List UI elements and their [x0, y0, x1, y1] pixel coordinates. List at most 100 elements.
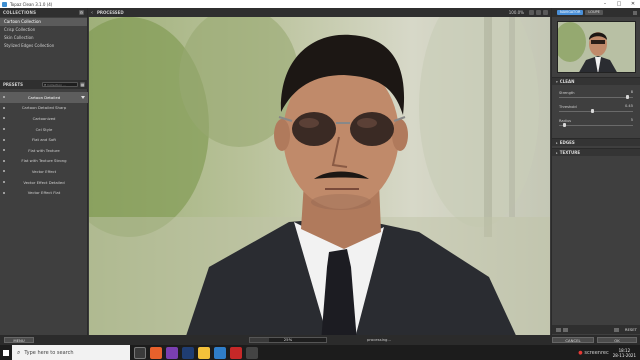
- preset-item[interactable]: Vector Effect Flat: [0, 187, 88, 198]
- windows-start-icon[interactable]: [0, 345, 12, 360]
- collapse-icon[interactable]: [633, 10, 637, 15]
- preset-label: Vector Effect Detailed: [23, 179, 65, 185]
- navigator-thumbnail[interactable]: [557, 21, 636, 73]
- app-icon-gray[interactable]: [246, 346, 258, 359]
- file-explorer-icon[interactable]: [198, 346, 210, 359]
- windows-taskbar: ⌕ Type here to search ● screenrec 18:12 …: [0, 345, 640, 360]
- preset-label: Vector Effect: [31, 168, 57, 174]
- right-panel-toolbar: RESET: [552, 325, 640, 334]
- taskbar-search-input[interactable]: ⌕ Type here to search: [12, 345, 130, 360]
- portrait-photo: [89, 17, 550, 342]
- preset-item[interactable]: Vector Effect Detailed: [0, 177, 88, 188]
- taskbar-clock[interactable]: 18:12 28-11-2021: [613, 348, 636, 358]
- clean-section-header[interactable]: ▾ CLEAN: [552, 77, 640, 85]
- edges-section-header[interactable]: ▸ EDGES: [552, 138, 640, 146]
- status-bar: MENU 25% processing... CANCEL OK: [0, 335, 640, 345]
- left-panel: COLLECTIONS ⚙ Cartoon Collection Crisp C…: [0, 8, 88, 345]
- chevron-right-icon: ▸: [556, 140, 558, 145]
- preset-label: Cel Style: [35, 126, 53, 132]
- preset-item[interactable]: Flat with Texture: [0, 145, 88, 156]
- system-tray: ● screenrec 18:12 28-11-2021: [578, 348, 640, 358]
- redo-icon[interactable]: [563, 327, 568, 332]
- app-icon-purple[interactable]: [166, 346, 178, 359]
- maximize-icon[interactable]: □: [612, 0, 626, 8]
- copy-settings-icon[interactable]: [613, 327, 619, 332]
- task-view-icon[interactable]: [134, 346, 146, 359]
- preset-label: Flat with Texture Strong: [21, 158, 67, 164]
- radius-track[interactable]: [559, 125, 633, 126]
- preset-dot-icon: [3, 159, 5, 162]
- recorder-icon[interactable]: [230, 346, 242, 359]
- reset-button[interactable]: RESET: [625, 327, 637, 332]
- compare-icon[interactable]: [529, 10, 534, 15]
- menu-button[interactable]: MENU: [4, 337, 34, 343]
- strength-track[interactable]: [559, 97, 633, 98]
- preset-label: Vector Effect Flat: [27, 190, 61, 196]
- tab-navigator[interactable]: NAVIGATOR: [557, 10, 584, 15]
- texture-section-header[interactable]: ▸ TEXTURE: [552, 148, 640, 156]
- preset-item[interactable]: Cartoon Detailed: [0, 92, 88, 103]
- chevron-down-icon[interactable]: [81, 95, 85, 99]
- threshold-slider[interactable]: Threshold 0.45: [559, 104, 635, 116]
- strength-slider[interactable]: Strength 8: [559, 90, 635, 102]
- topaz-app-icon[interactable]: [214, 346, 226, 359]
- collection-item[interactable]: Crisp Collection: [0, 26, 87, 34]
- collections-list: Cartoon Collection Crisp Collection Skin…: [0, 17, 87, 50]
- search-icon: ⌕: [44, 82, 47, 87]
- threshold-knob[interactable]: [590, 109, 594, 113]
- preset-item[interactable]: Flat with Texture Strong: [0, 156, 88, 167]
- preview-image[interactable]: [89, 17, 550, 342]
- undo-icon[interactable]: [556, 327, 561, 332]
- split-view-icon[interactable]: [536, 10, 541, 15]
- preset-label: Cartoonized: [32, 115, 56, 121]
- processing-status: processing...: [367, 337, 392, 342]
- app-icon: [2, 1, 7, 7]
- strength-value[interactable]: 8: [631, 90, 633, 94]
- screenrec-watermark: ● screenrec: [578, 349, 609, 356]
- threshold-value[interactable]: 0.45: [625, 104, 633, 108]
- presets-search-placeholder: Collection ...: [47, 82, 66, 87]
- threshold-track[interactable]: [559, 111, 633, 112]
- threshold-label: Threshold: [559, 105, 577, 109]
- preset-item[interactable]: Cel Style: [0, 124, 88, 135]
- photoshop-icon[interactable]: [182, 346, 194, 359]
- screenrec-label: screenrec: [584, 349, 609, 356]
- presets-list: Cartoon Detailed Cartoon Detailed Sharp …: [0, 92, 88, 198]
- strength-label: Strength: [559, 91, 575, 95]
- radius-value[interactable]: 5: [631, 118, 633, 122]
- clock-date: 28-11-2021: [612, 352, 636, 358]
- collections-header: COLLECTIONS ⚙: [0, 8, 87, 17]
- brave-browser-icon[interactable]: [150, 346, 162, 359]
- radius-slider[interactable]: Radius 5: [559, 118, 635, 130]
- preset-label: Cartoon Detailed Sharp: [21, 105, 67, 111]
- close-icon[interactable]: ✕: [626, 0, 640, 8]
- presets-search-input[interactable]: ⌕ Collection ...: [42, 82, 78, 87]
- preset-item[interactable]: Cartoon Detailed Sharp: [0, 103, 88, 114]
- texture-section-title: TEXTURE: [559, 150, 581, 155]
- collection-item[interactable]: Stylized Edges Collection: [0, 42, 87, 50]
- title-bar: Topaz Clean 3.1.0 (4) – □ ✕: [0, 0, 640, 8]
- strength-knob[interactable]: [626, 95, 630, 99]
- fit-icon[interactable]: [543, 10, 548, 15]
- collections-title: COLLECTIONS: [3, 10, 37, 15]
- tab-loupe[interactable]: LOUPE: [585, 10, 603, 15]
- minimize-icon[interactable]: –: [598, 0, 612, 8]
- app-window: Topaz Clean 3.1.0 (4) – □ ✕ COLLECTIONS …: [0, 0, 640, 345]
- preset-item[interactable]: Flat and Soft: [0, 134, 88, 145]
- collection-item[interactable]: Cartoon Collection: [0, 18, 87, 26]
- clean-section-title: CLEAN: [559, 79, 575, 84]
- edges-section-title: EDGES: [559, 140, 575, 145]
- zoom-level[interactable]: 100.0%: [509, 10, 524, 15]
- collection-item[interactable]: Skin Collection: [0, 34, 87, 42]
- grid-view-icon[interactable]: ▦: [80, 82, 85, 87]
- collections-settings-icon[interactable]: ⚙: [79, 10, 84, 15]
- cancel-button[interactable]: CANCEL: [552, 337, 594, 343]
- preset-label: Cartoon Detailed: [27, 94, 61, 100]
- preset-item[interactable]: Cartoonized: [0, 113, 88, 124]
- ok-button[interactable]: OK: [597, 337, 637, 343]
- radius-knob[interactable]: [562, 123, 566, 127]
- chevron-down-icon: ▾: [556, 79, 558, 84]
- chevron-left-icon[interactable]: ‹: [91, 10, 93, 16]
- preview-toolbar: ‹ PROCESSED 100.0%: [88, 8, 551, 17]
- preset-item[interactable]: Vector Effect: [0, 166, 88, 177]
